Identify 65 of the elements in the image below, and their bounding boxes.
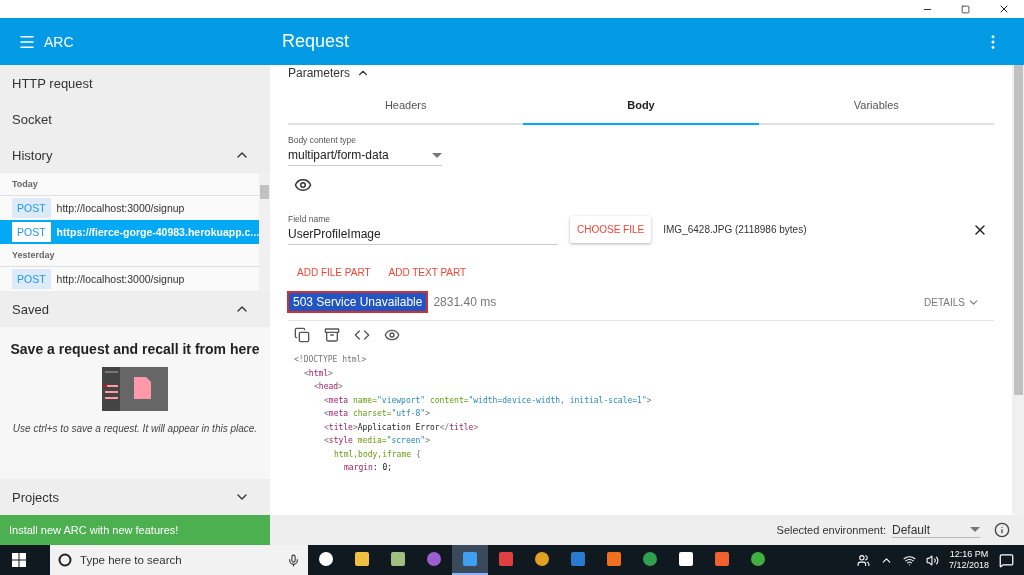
url-text: http://localhost:3000/signup <box>56 202 185 215</box>
code-line: <html> <box>304 368 333 380</box>
saved-heading: Save a request and recall it from here <box>10 341 260 357</box>
history-item[interactable]: POST http://localhost:3000/signup <box>0 196 260 220</box>
sidebar-item[interactable]: HTTP request <box>0 65 270 101</box>
code-line: <!DOCTYPE html> <box>294 355 367 366</box>
history-item[interactable]: POST http://localhost:3000/signup <box>0 267 260 291</box>
details-button[interactable]: DETAILS <box>924 295 980 309</box>
network-icon[interactable] <box>902 553 916 567</box>
group-label: Today <box>0 173 260 197</box>
windows-start-icon[interactable] <box>12 553 26 567</box>
copy-icon[interactable] <box>294 327 310 343</box>
content-type-select[interactable]: Body content type multipart/form-data <box>288 135 442 166</box>
code-line: margin: 0; <box>344 463 393 474</box>
field-name-input[interactable]: Field name UserProfileImage <box>288 214 558 245</box>
info-icon[interactable] <box>994 522 1010 538</box>
microphone-icon[interactable] <box>287 553 300 567</box>
tab[interactable]: Body <box>523 87 759 125</box>
tab[interactable]: Variables <box>758 87 994 125</box>
section-title: History <box>12 147 53 163</box>
environment-label: Selected environment: <box>776 524 886 536</box>
group-label: Yesterday <box>0 244 260 268</box>
code-line: <head> <box>314 382 343 393</box>
parameters-toggle[interactable]: Parameters <box>288 65 994 81</box>
method-label: POST <box>12 198 51 219</box>
environment-select[interactable]: Default <box>892 522 980 538</box>
tab[interactable]: Headers <box>288 87 524 125</box>
clock-time: 12:16 PM <box>949 549 989 560</box>
eye-icon[interactable] <box>294 176 312 194</box>
eye-icon[interactable] <box>384 327 400 343</box>
code-line: <meta name="viewport" content="width=device-width, initial-scale=1"> <box>324 395 652 407</box>
dropdown-arrow-icon <box>432 152 442 158</box>
close-icon[interactable] <box>998 3 1010 15</box>
saved-hint: Use ctrl+s to save a request. It will appear in this place. <box>12 422 258 436</box>
scrollbar[interactable] <box>1012 65 1024 515</box>
status-code: 503 Service Unavailable <box>288 292 428 312</box>
people-icon[interactable] <box>856 553 870 567</box>
archive-icon[interactable] <box>324 327 340 343</box>
section-title: Projects <box>12 489 59 505</box>
choose-file-button[interactable]: CHOOSE FILE <box>570 216 652 243</box>
add-part-button[interactable]: ADD TEXT PART <box>379 263 476 282</box>
url-text: https://fierce-gorge-40983.herokuapp.c... <box>56 226 260 238</box>
file-info: IMG_6428.JPG (2118986 bytes) <box>663 224 808 235</box>
section-title: Saved <box>12 301 49 317</box>
search-icon <box>58 553 72 567</box>
restore-icon[interactable] <box>961 4 970 14</box>
url-text: http://localhost:3000/signup <box>56 273 185 285</box>
notification-icon[interactable] <box>999 552 1014 568</box>
app-name: ARC <box>44 33 74 50</box>
add-part-button[interactable]: ADD FILE PART <box>288 263 380 282</box>
response-time: 2831.40 ms <box>433 295 498 309</box>
page-title: Request <box>281 31 351 52</box>
taskbar-search-field[interactable]: Type here to search <box>50 545 308 575</box>
code-line: <title>Application Error</title> <box>324 422 479 434</box>
code-line: html,body,iframe { <box>334 449 421 461</box>
method-label: POST <box>12 222 51 242</box>
code-line: <style media="screen"> <box>324 436 430 447</box>
volume-icon[interactable] <box>925 553 939 567</box>
sidebar-item[interactable]: Socket <box>0 101 270 137</box>
dropdown-arrow-icon <box>970 527 980 532</box>
clock-date: 7/12/2018 <box>948 560 989 571</box>
code-icon[interactable] <box>354 327 370 343</box>
method-label: POST <box>12 269 51 289</box>
saved-request-drawing <box>102 367 168 411</box>
code-line: <meta charset="utf-8"> <box>324 409 430 420</box>
